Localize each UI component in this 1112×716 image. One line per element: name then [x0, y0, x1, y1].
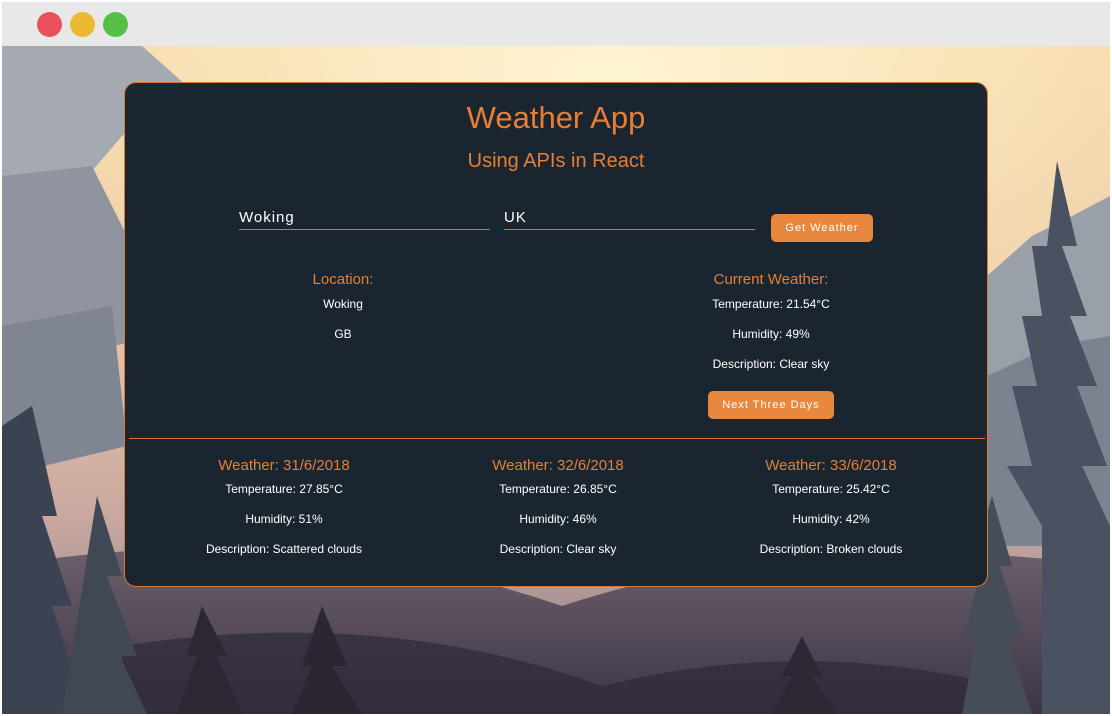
app-subtitle: Using APIs in React	[467, 150, 645, 172]
forecast-temperature: Temperature: 27.85°C	[225, 482, 343, 496]
current-description: Description: Clear sky	[712, 357, 830, 371]
location-heading: Location:	[312, 271, 374, 288]
get-weather-button[interactable]: Get Weather	[771, 214, 873, 242]
forecast-description: Description: Broken clouds	[759, 542, 903, 556]
next-three-days-button[interactable]: Next Three Days	[708, 391, 834, 419]
window-titlebar	[2, 2, 1110, 46]
forecast-description: Description: Scattered clouds	[205, 542, 363, 556]
current-humidity: Humidity: 49%	[732, 327, 810, 341]
forecast-description: Description: Clear sky	[499, 542, 617, 556]
forecast-temperature: Temperature: 26.85°C	[499, 482, 617, 496]
forecast-heading: Weather: 33/6/2018	[765, 457, 897, 474]
browser-window: Weather App Using APIs in React Get Weat…	[2, 2, 1110, 714]
close-window-icon[interactable]	[37, 12, 62, 37]
forecast-humidity: Humidity: 46%	[519, 512, 597, 526]
country-input[interactable]	[504, 198, 755, 230]
location-country: GB	[334, 327, 352, 341]
forecast-humidity: Humidity: 42%	[792, 512, 870, 526]
current-temperature: Temperature: 21.54°C	[712, 297, 830, 311]
section-divider	[129, 438, 985, 439]
weather-card: Weather App Using APIs in React Get Weat…	[124, 82, 988, 587]
current-weather-heading: Current Weather:	[713, 271, 829, 288]
location-city: Woking	[323, 297, 363, 311]
forecast-humidity: Humidity: 51%	[245, 512, 323, 526]
app-title: Weather App	[466, 100, 646, 135]
forecast-temperature: Temperature: 25.42°C	[772, 482, 890, 496]
minimize-window-icon[interactable]	[70, 12, 95, 37]
city-input[interactable]	[239, 198, 490, 230]
maximize-window-icon[interactable]	[103, 12, 128, 37]
forecast-heading: Weather: 32/6/2018	[492, 457, 624, 474]
forecast-heading: Weather: 31/6/2018	[218, 457, 350, 474]
